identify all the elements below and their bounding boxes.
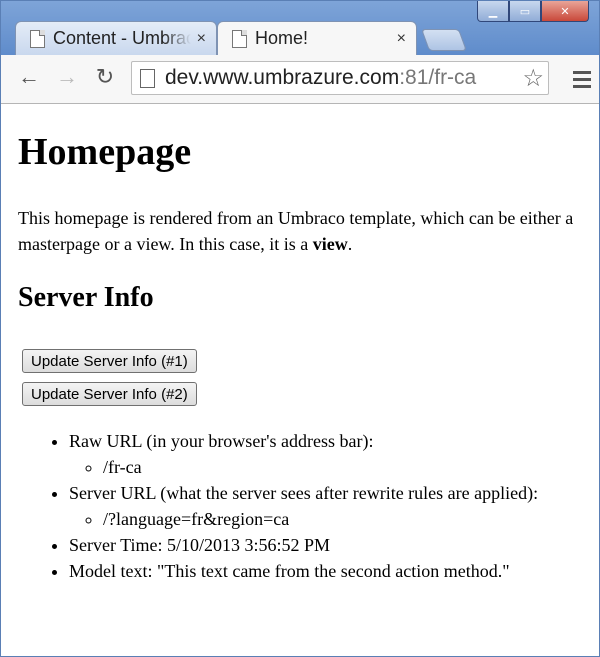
- page-title: Homepage: [18, 131, 192, 173]
- document-icon: [30, 29, 45, 48]
- server-info-list: Raw URL (in your browser's address bar):…: [18, 428, 538, 584]
- list-item: Server URL (what the server sees after r…: [69, 480, 538, 532]
- address-bar[interactable]: dev.www.umbrazure.com:81/fr-ca ☆: [131, 61, 549, 95]
- intro-bold: view: [312, 234, 348, 254]
- page-content: Homepage This homepage is rendered from …: [1, 104, 599, 656]
- close-window-button[interactable]: ✕: [541, 1, 589, 22]
- browser-toolbar: ← → ↻ dev.www.umbrazure.com:81/fr-ca ☆: [1, 55, 599, 104]
- update-server-info-1-button[interactable]: Update Server Info (#1): [22, 349, 197, 373]
- server-url-value: /?language=fr&region=ca: [103, 506, 538, 532]
- section-title: Server Info: [18, 282, 154, 313]
- server-url-label: Server URL (what the server sees after r…: [69, 483, 539, 503]
- title-bar: ▁ ▭ ✕ Content - Umbraco × Home! ×: [1, 1, 599, 55]
- tab-content-umbraco[interactable]: Content - Umbraco ×: [15, 21, 217, 55]
- back-button[interactable]: ←: [15, 63, 43, 91]
- model-text: Model text: "This text came from the sec…: [69, 558, 538, 584]
- tab-label: Content - Umbraco: [53, 28, 191, 48]
- tab-close-icon[interactable]: ×: [397, 30, 406, 48]
- minimize-button[interactable]: ▁: [477, 1, 509, 22]
- raw-url-value: /fr-ca: [103, 454, 538, 480]
- intro-paragraph: This homepage is rendered from an Umbrac…: [18, 205, 588, 257]
- new-tab-button[interactable]: [420, 29, 468, 51]
- server-time: Server Time: 5/10/2013 3:56:52 PM: [69, 532, 538, 558]
- intro-text: This homepage is rendered from an Umbrac…: [18, 208, 574, 254]
- list-item: Raw URL (in your browser's address bar):…: [69, 428, 538, 480]
- tab-home[interactable]: Home! ×: [217, 21, 417, 55]
- browser-window: ▁ ▭ ✕ Content - Umbraco × Home! × ← → ↻ …: [0, 0, 600, 657]
- maximize-button[interactable]: ▭: [509, 1, 541, 22]
- update-server-info-2-button[interactable]: Update Server Info (#2): [22, 382, 197, 406]
- forward-button[interactable]: →: [53, 63, 81, 91]
- raw-url-label: Raw URL (in your browser's address bar):: [69, 431, 374, 451]
- page-icon: [140, 68, 155, 88]
- url-host: dev.www.umbrazure.com: [165, 66, 400, 89]
- window-controls: ▁ ▭ ✕: [477, 1, 589, 22]
- bookmark-star-icon[interactable]: ☆: [522, 64, 544, 93]
- reload-button[interactable]: ↻: [91, 63, 119, 91]
- intro-end: .: [347, 234, 353, 254]
- tab-label: Home!: [255, 28, 309, 48]
- tab-close-icon[interactable]: ×: [197, 30, 206, 48]
- document-icon: [232, 29, 247, 48]
- url-path: :81/fr-ca: [399, 66, 477, 89]
- menu-icon[interactable]: [573, 71, 591, 92]
